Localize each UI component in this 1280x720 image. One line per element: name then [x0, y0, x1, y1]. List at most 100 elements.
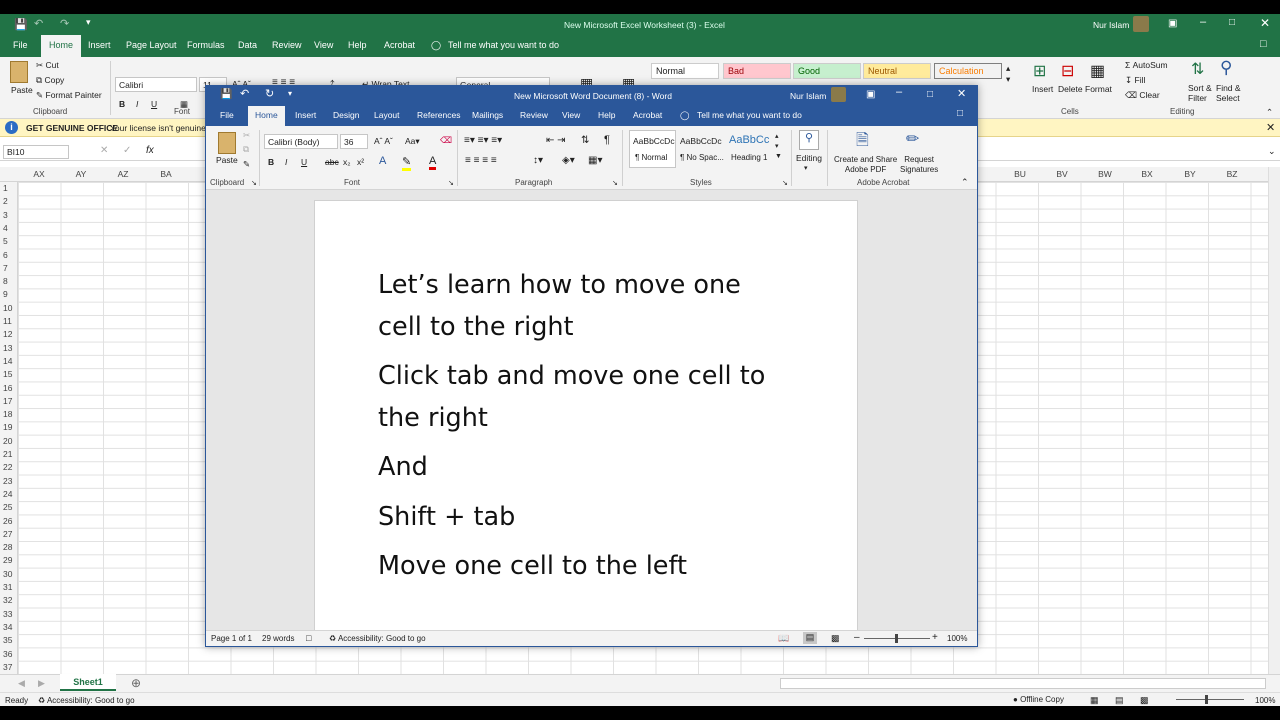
- word-copy-icon[interactable]: ⧉: [243, 144, 249, 155]
- doc-line[interactable]: the right: [378, 397, 488, 439]
- doc-line[interactable]: Shift + tab: [378, 496, 515, 538]
- style-calculation[interactable]: Calculation: [934, 63, 1002, 79]
- format-painter-button[interactable]: ✎ Format Painter: [36, 90, 102, 101]
- row-header[interactable]: 33: [0, 609, 17, 622]
- doc-line[interactable]: cell to the right: [378, 306, 574, 348]
- word-font-size-dropdown[interactable]: 36: [340, 134, 368, 149]
- word-grow-shrink-font-icon[interactable]: Aˆ Aˇ: [374, 136, 393, 146]
- word-save-icon[interactable]: 💾: [220, 89, 232, 100]
- style-bad[interactable]: Bad: [723, 63, 791, 79]
- tab-review[interactable]: Review: [272, 40, 302, 50]
- web-layout-icon[interactable]: ▩: [831, 633, 840, 644]
- word-bold-button[interactable]: B: [268, 157, 274, 167]
- styles-scroll-icon[interactable]: ▴ ▾: [1006, 63, 1010, 85]
- font-color-icon[interactable]: A: [429, 155, 437, 170]
- row-header[interactable]: 19: [0, 422, 17, 435]
- column-header[interactable]: BV: [1041, 169, 1083, 179]
- word-undo-icon[interactable]: ↶: [240, 87, 249, 100]
- undo-icon[interactable]: ↶: [34, 17, 43, 30]
- collapse-ribbon-icon[interactable]: ⌃: [1266, 107, 1273, 118]
- row-header[interactable]: 27: [0, 529, 17, 542]
- indent-icon[interactable]: ⇤ ⇥: [546, 135, 566, 146]
- font-launcher-icon[interactable]: ↘: [448, 179, 454, 187]
- comments-icon[interactable]: □: [1260, 38, 1267, 50]
- row-header[interactable]: 24: [0, 489, 17, 502]
- document-page[interactable]: Let’s learn how to move one cell to the …: [314, 200, 858, 640]
- word-repeat-icon[interactable]: ↻: [265, 87, 274, 100]
- doc-line[interactable]: Click tab and move one cell to: [378, 355, 765, 397]
- styles-launcher-icon[interactable]: ↘: [782, 179, 788, 187]
- row-header[interactable]: 29: [0, 555, 17, 568]
- tab-acrobat[interactable]: Acrobat: [384, 40, 415, 50]
- word-tab-mailings[interactable]: Mailings: [472, 110, 503, 120]
- close-license-icon[interactable]: ✕: [1266, 121, 1275, 134]
- prev-sheet-icon[interactable]: ◀: [18, 678, 25, 689]
- excel-accessibility-status[interactable]: ♻ Accessibility: Good to go: [38, 696, 135, 705]
- minimize-icon[interactable]: –: [1200, 16, 1206, 28]
- ribbon-display-icon[interactable]: ▣: [1168, 18, 1177, 29]
- style-no-spacing-label[interactable]: ¶ No Spac...: [680, 153, 724, 162]
- format-cells-button[interactable]: Format: [1085, 84, 1112, 94]
- column-header[interactable]: AX: [18, 169, 60, 179]
- word-minimize-icon[interactable]: –: [896, 86, 902, 98]
- tab-page-layout[interactable]: Page Layout: [126, 40, 177, 50]
- tell-me-search[interactable]: Tell me what you want to do: [448, 40, 559, 50]
- insert-cells-button[interactable]: Insert: [1032, 84, 1053, 95]
- doc-line[interactable]: Move one cell to the left: [378, 545, 687, 587]
- word-paste-button[interactable]: Paste: [216, 155, 238, 165]
- zoom-level[interactable]: 100%: [1255, 696, 1275, 705]
- read-mode-icon[interactable]: 📖: [778, 633, 789, 644]
- tab-home[interactable]: Home: [41, 35, 82, 57]
- word-collapse-ribbon-icon[interactable]: ⌃: [961, 177, 969, 188]
- zoom-out-icon[interactable]: –: [854, 632, 860, 643]
- style-good[interactable]: Good: [793, 63, 861, 79]
- row-header[interactable]: 34: [0, 622, 17, 635]
- word-user-name[interactable]: Nur Islam: [790, 91, 826, 101]
- paste-button[interactable]: Paste: [11, 85, 33, 95]
- word-comments-icon[interactable]: □: [957, 108, 963, 119]
- row-header[interactable]: 28: [0, 542, 17, 555]
- tab-formulas[interactable]: Formulas: [187, 40, 225, 50]
- style-no-spacing-preview[interactable]: AaBbCcDc: [680, 136, 722, 146]
- zoom-thumb[interactable]: [1205, 695, 1208, 704]
- row-header[interactable]: 23: [0, 476, 17, 489]
- word-avatar[interactable]: [831, 87, 846, 102]
- cut-button[interactable]: ✂ Cut: [36, 60, 59, 71]
- row-header[interactable]: 20: [0, 436, 17, 449]
- clear-button[interactable]: ⌫ Clear: [1125, 90, 1160, 101]
- sheet-tab[interactable]: Sheet1: [60, 674, 116, 691]
- find-icon[interactable]: ⚲: [799, 130, 819, 150]
- insert-cells-icon[interactable]: ⊞: [1033, 61, 1046, 81]
- row-header[interactable]: 17: [0, 396, 17, 409]
- word-underline-button[interactable]: U: [301, 157, 307, 167]
- underline-button[interactable]: U: [151, 99, 157, 109]
- offline-copy-status[interactable]: ● Offline Copy: [1013, 695, 1064, 704]
- word-italic-button[interactable]: I: [285, 157, 287, 167]
- column-header[interactable]: AY: [60, 169, 102, 179]
- create-pdf-icon[interactable]: 🗎: [856, 129, 869, 156]
- word-tab-home[interactable]: Home: [248, 106, 285, 126]
- word-close-icon[interactable]: ✕: [957, 87, 966, 100]
- word-cut-icon[interactable]: ✂: [243, 130, 250, 141]
- row-header[interactable]: 30: [0, 569, 17, 582]
- excel-user-name[interactable]: Nur Islam: [1093, 20, 1129, 30]
- shading-icon[interactable]: ◈▾: [562, 155, 575, 166]
- align-left-icon[interactable]: ≡ ≡ ≡ ≡: [465, 155, 497, 166]
- autosum-button[interactable]: Σ AutoSum: [1125, 60, 1168, 70]
- doc-line[interactable]: And: [378, 446, 428, 488]
- row-header[interactable]: 18: [0, 409, 17, 422]
- format-cells-icon[interactable]: ▦: [1090, 61, 1105, 81]
- row-header[interactable]: 16: [0, 383, 17, 396]
- tab-data[interactable]: Data: [238, 40, 257, 50]
- column-header[interactable]: AZ: [102, 169, 144, 179]
- sort-icon[interactable]: ⇅: [581, 135, 589, 146]
- style-heading1-preview[interactable]: AaBbCc: [729, 134, 769, 146]
- word-tab-review[interactable]: Review: [520, 110, 548, 120]
- word-maximize-icon[interactable]: □: [927, 89, 933, 100]
- row-header[interactable]: 15: [0, 369, 17, 382]
- redo-icon[interactable]: ↷: [60, 17, 69, 30]
- bullets-icon[interactable]: ≡▾ ≡▾ ≡▾: [464, 135, 502, 146]
- normal-view-icon[interactable]: ▦: [1090, 695, 1099, 706]
- delete-cells-icon[interactable]: ⊟: [1061, 61, 1074, 81]
- delete-cells-button[interactable]: Delete: [1058, 84, 1083, 94]
